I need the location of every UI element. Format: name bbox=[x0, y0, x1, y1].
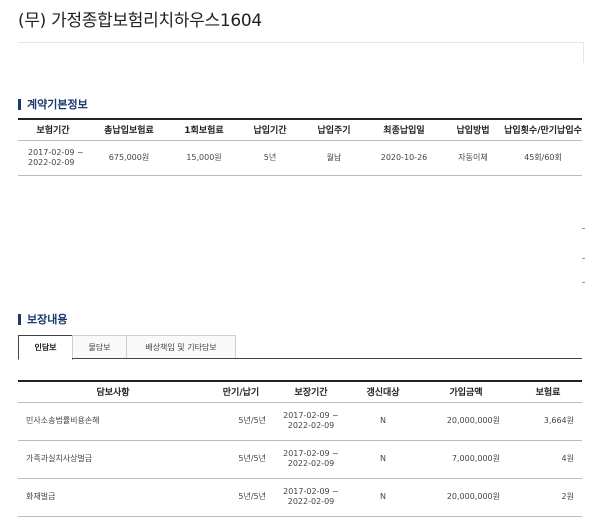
table-row: 화재벌금 5년/5년 2017-02-09 ~ 2022-02-09 N 20,… bbox=[18, 478, 582, 517]
col-header: 보험료 bbox=[514, 381, 582, 403]
coverage-period: 2017-02-09 ~ 2022-02-09 bbox=[274, 478, 348, 517]
last-paid-date: 2020-10-26 bbox=[366, 140, 442, 176]
col-header: 보장기간 bbox=[274, 381, 348, 403]
coverage-table: 담보사항 만기/납기 보장기간 갱신대상 가입금액 보험료 민사소송법률비용손해… bbox=[18, 380, 582, 517]
col-header: 1회보험료 bbox=[170, 119, 238, 141]
pay-cycle: 월납 bbox=[302, 140, 366, 176]
pay-method: 자동이체 bbox=[442, 140, 504, 176]
contract-header-row: 보험기간 총납입보험료 1회보험료 납입기간 납입주기 최종납입일 납입방법 납… bbox=[18, 119, 582, 141]
coverage-premium: 4원 bbox=[514, 440, 582, 479]
coverage-period: 2017-02-09 ~ 2022-02-09 bbox=[274, 402, 348, 441]
tab-property-coverage[interactable]: 물담보 bbox=[72, 335, 127, 358]
coverage-amount: 7,000,000원 bbox=[418, 440, 514, 479]
pay-count: 45회/60회 bbox=[504, 140, 582, 176]
section-marker-icon bbox=[18, 98, 21, 110]
edge-tick bbox=[582, 258, 585, 259]
edge-tick bbox=[582, 282, 585, 283]
contract-section-title: 계약기본정보 bbox=[27, 98, 88, 111]
coverage-term: 5년/5년 bbox=[208, 478, 274, 517]
contract-table: 보험기간 총납입보험료 1회보험료 납입기간 납입주기 최종납입일 납입방법 납… bbox=[18, 118, 582, 176]
coverage-renewal: N bbox=[348, 440, 418, 479]
tab-person-coverage[interactable]: 인담보 bbox=[18, 335, 73, 360]
total-premium: 675,000원 bbox=[88, 140, 170, 176]
col-header: 최종납입일 bbox=[366, 119, 442, 141]
coverage-term: 5년/5년 bbox=[208, 440, 274, 479]
col-header: 납입방법 bbox=[442, 119, 504, 141]
col-header: 갱신대상 bbox=[348, 381, 418, 403]
coverage-name: 민사소송법률비용손해 bbox=[18, 402, 208, 441]
table-row: 2017-02-09 ~ 2022-02-09 675,000원 15,000원… bbox=[18, 140, 582, 176]
coverage-name: 화재벌금 bbox=[18, 478, 208, 517]
edge-tick bbox=[582, 228, 585, 229]
page-title: (무) 가정종합보험리치하우스1604 bbox=[18, 11, 262, 31]
table-row: 민사소송법률비용손해 5년/5년 2017-02-09 ~ 2022-02-09… bbox=[18, 402, 582, 441]
col-header: 보험기간 bbox=[18, 119, 88, 141]
col-header: 만기/납기 bbox=[208, 381, 274, 403]
coverage-section-title: 보장내용 bbox=[27, 313, 68, 326]
coverage-tabs: 인담보 물담보 배상책임 및 기타담보 bbox=[18, 335, 582, 360]
coverage-amount: 20,000,000원 bbox=[418, 478, 514, 517]
title-divider bbox=[18, 42, 584, 43]
col-header: 총납입보험료 bbox=[88, 119, 170, 141]
tab-liability-coverage[interactable]: 배상책임 및 기타담보 bbox=[126, 335, 236, 358]
contract-period: 2017-02-09 ~ 2022-02-09 bbox=[18, 140, 88, 176]
coverage-name: 가족과실치사상벌금 bbox=[18, 440, 208, 479]
coverage-amount: 20,000,000원 bbox=[418, 402, 514, 441]
section-marker-icon bbox=[18, 313, 21, 325]
coverage-section-heading: 보장내용 bbox=[18, 311, 67, 327]
contract-section-heading: 계약기본정보 bbox=[18, 96, 88, 112]
col-header: 가입금액 bbox=[418, 381, 514, 403]
col-header: 납입횟수/만기납입수 bbox=[504, 119, 582, 141]
pay-term: 5년 bbox=[238, 140, 302, 176]
coverage-renewal: N bbox=[348, 478, 418, 517]
coverage-renewal: N bbox=[348, 402, 418, 441]
coverage-premium: 2원 bbox=[514, 478, 582, 517]
col-header: 납입기간 bbox=[238, 119, 302, 141]
coverage-premium: 3,664원 bbox=[514, 402, 582, 441]
col-header: 담보사항 bbox=[18, 381, 208, 403]
coverage-period: 2017-02-09 ~ 2022-02-09 bbox=[274, 440, 348, 479]
coverage-term: 5년/5년 bbox=[208, 402, 274, 441]
col-header: 납입주기 bbox=[302, 119, 366, 141]
table-row: 가족과실치사상벌금 5년/5년 2017-02-09 ~ 2022-02-09 … bbox=[18, 440, 582, 479]
per-premium: 15,000원 bbox=[170, 140, 238, 176]
title-divider-edge bbox=[583, 43, 584, 63]
coverage-header-row: 담보사항 만기/납기 보장기간 갱신대상 가입금액 보험료 bbox=[18, 381, 582, 403]
